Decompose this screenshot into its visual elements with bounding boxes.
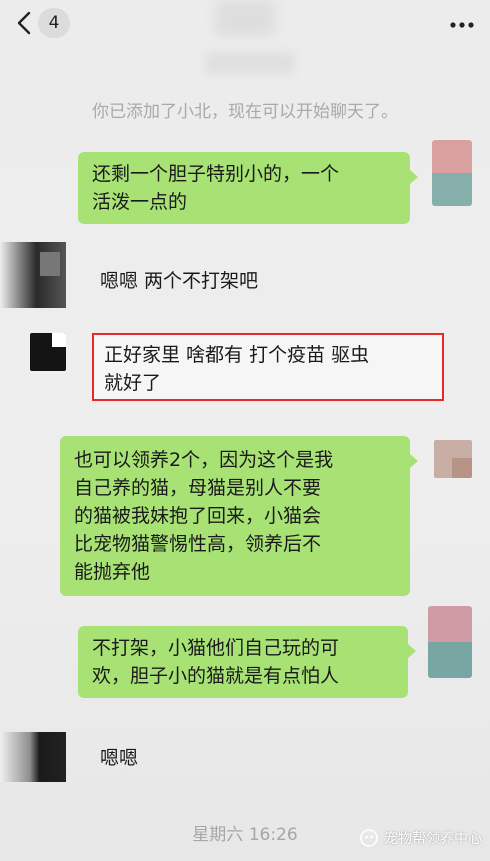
message-bubble-contact[interactable]: 嗯嗯 两个不打架吧 (100, 267, 360, 295)
message-bubble-self[interactable]: 不打架，小猫他们自己玩的可 欢，胆子小的猫就是有点怕人 (78, 626, 416, 698)
contact-avatar[interactable] (0, 242, 66, 308)
blurred-avatar-icon (432, 140, 472, 206)
blurred-avatar-icon (30, 333, 66, 371)
chat-screen: 4 你已添加了小北，现在可以开始聊天了。 还剩一个胆子特别小的，一个 活泼一点的 (0, 0, 490, 861)
chat-header: 4 (0, 0, 490, 52)
blurred-avatar-icon (428, 606, 472, 678)
system-message: 你已添加了小北，现在可以开始聊天了。 (92, 102, 398, 122)
message-bubble-contact[interactable]: 正好家里 啥都有 打个疫苗 驱虫 就好了 (104, 341, 442, 397)
contact-avatar[interactable] (0, 732, 66, 782)
self-avatar[interactable] (428, 606, 472, 678)
chevron-left-icon (17, 11, 31, 35)
contact-name-blurred (215, 0, 275, 36)
contact-avatar[interactable] (30, 333, 66, 371)
wechat-official-account-icon (360, 829, 378, 847)
blurred-avatar-icon (434, 440, 472, 478)
more-button[interactable] (448, 16, 476, 28)
blurred-subtitle (205, 52, 295, 74)
blurred-avatar-icon (0, 242, 66, 308)
self-avatar[interactable] (434, 440, 472, 478)
watermark: 宠物帮领养中心 (360, 828, 482, 848)
more-dots-icon (450, 22, 474, 28)
watermark-label: 宠物帮领养中心 (384, 831, 482, 847)
message-bubble-contact[interactable]: 嗯嗯 (100, 744, 200, 772)
blurred-avatar-icon (0, 732, 66, 782)
message-bubble-self[interactable]: 也可以领养2个，因为这个是我 自己养的猫，母猫是别人不要 的猫被我妹抱了回来，小… (60, 436, 418, 596)
self-avatar[interactable] (432, 140, 472, 206)
message-bubble-self[interactable]: 还剩一个胆子特别小的，一个 活泼一点的 (78, 152, 418, 224)
back-button[interactable] (10, 8, 40, 38)
unread-count-badge[interactable]: 4 (38, 8, 70, 38)
